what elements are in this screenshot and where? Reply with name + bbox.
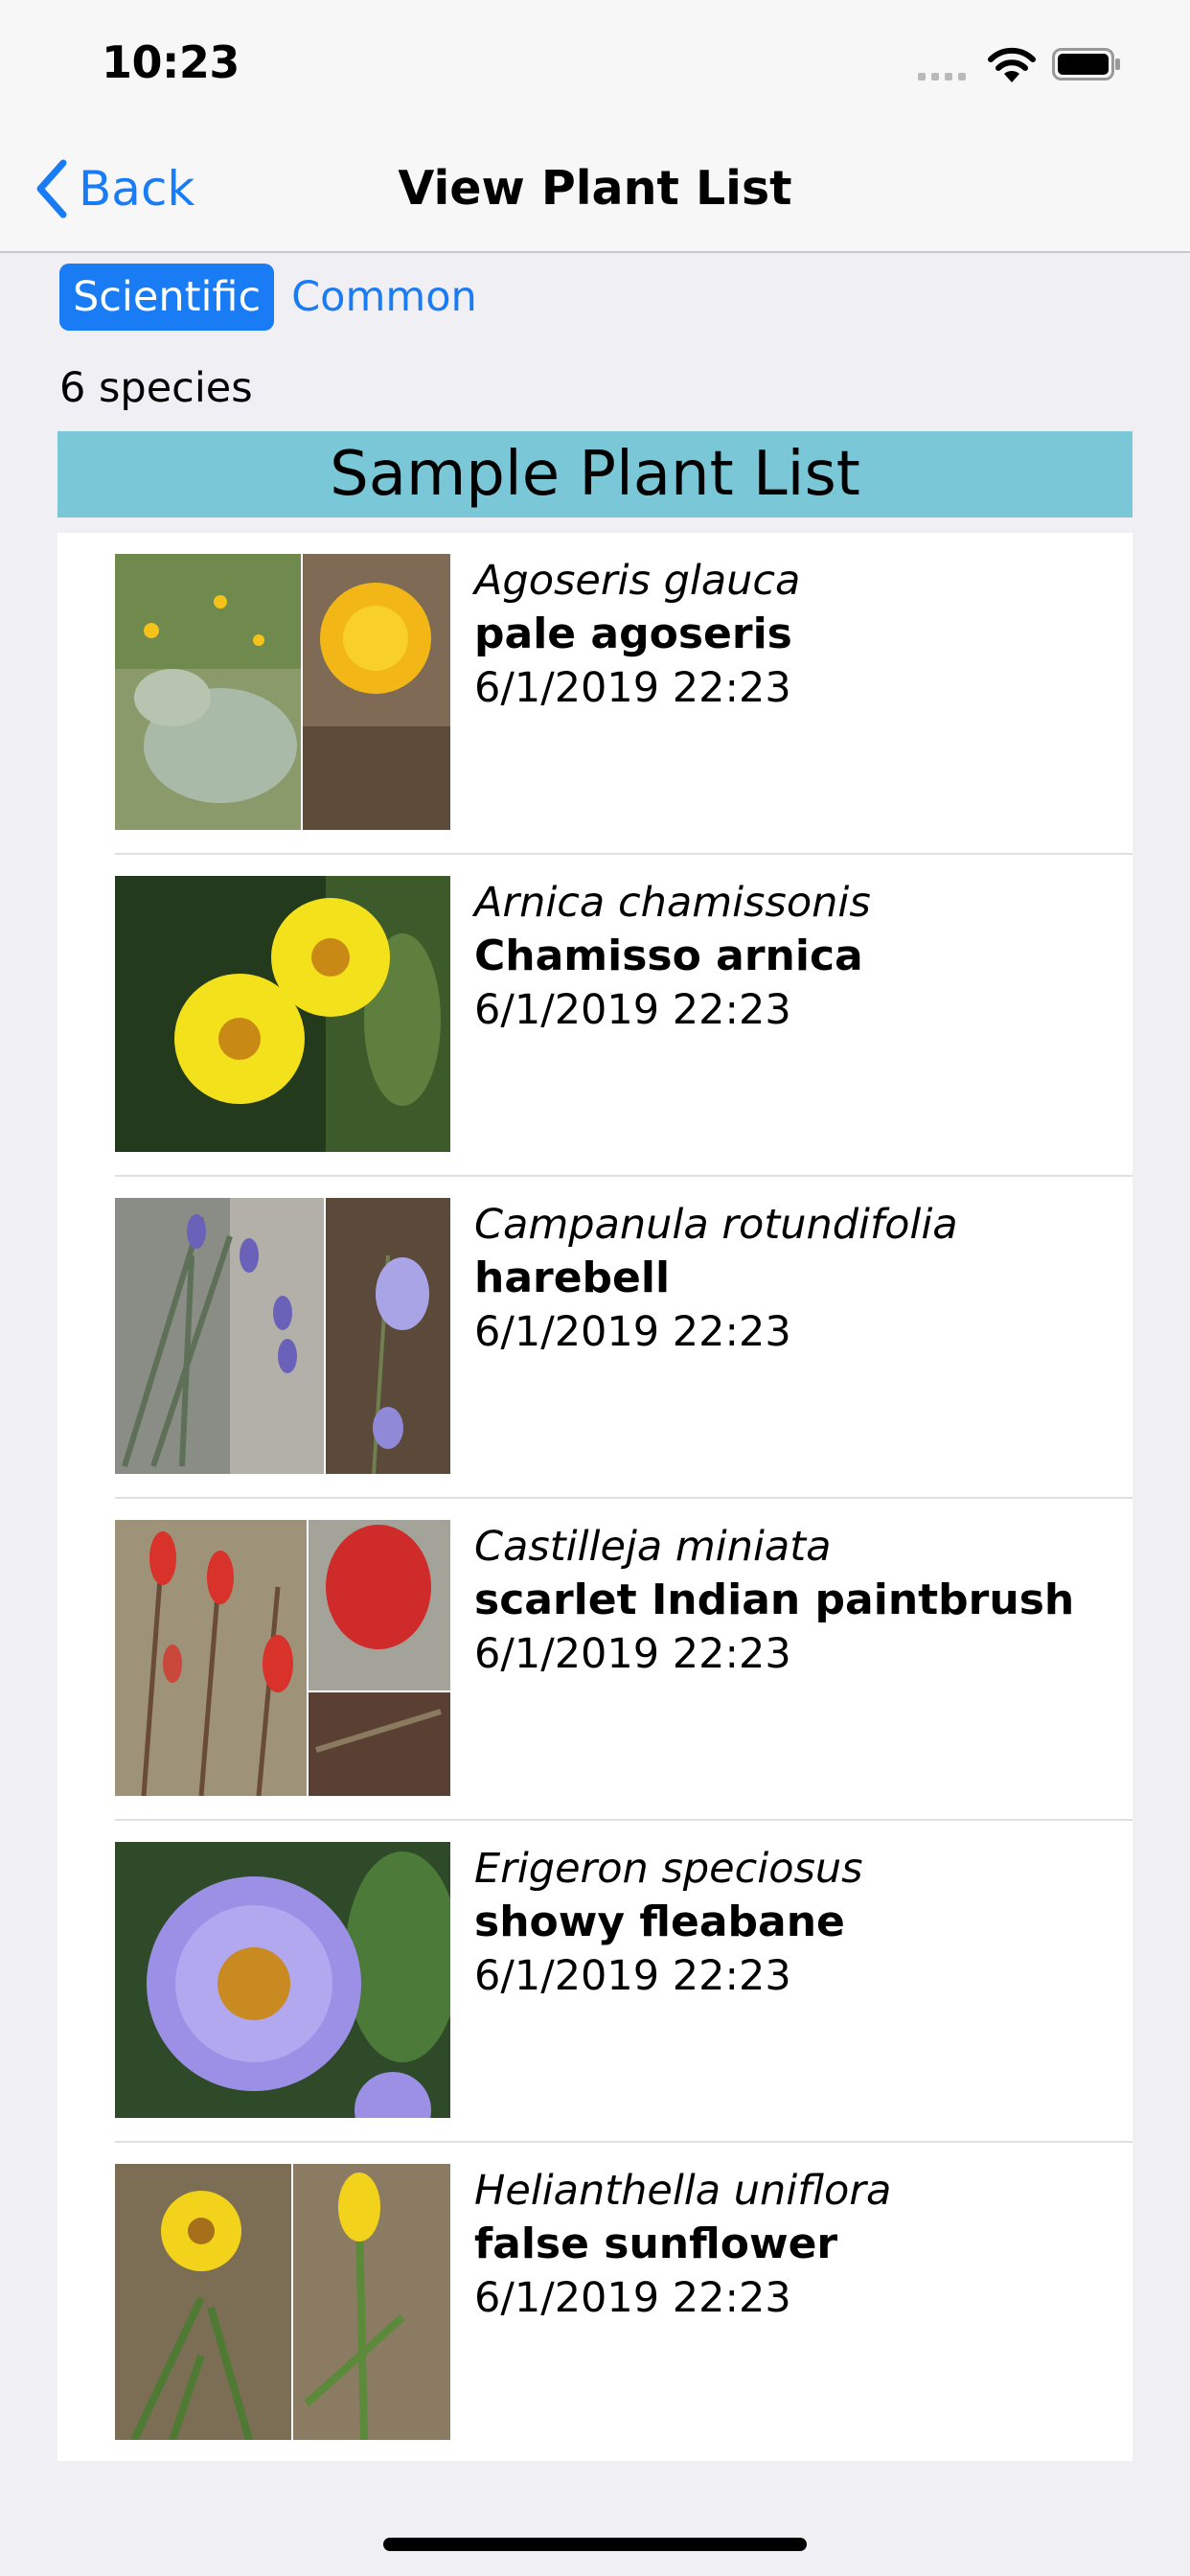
- plant-row[interactable]: Agoseris glauca pale agoseris 6/1/2019 2…: [57, 533, 1133, 855]
- scientific-name: Helianthella uniflora: [474, 2167, 892, 2215]
- species-count: 6 species: [59, 364, 253, 412]
- date-added: 6/1/2019 22:23: [474, 2274, 791, 2322]
- common-name: harebell: [474, 1254, 671, 1302]
- navigation-bar: Back View Plant List: [0, 126, 1190, 253]
- plant-row[interactable]: Castilleja miniata scarlet Indian paintb…: [57, 1499, 1133, 1821]
- scientific-name: Agoseris glauca: [474, 557, 801, 605]
- wifi-icon: [987, 46, 1037, 88]
- common-name: pale agoseris: [474, 610, 792, 658]
- page-title: View Plant List: [398, 161, 792, 216]
- plant-photo-campanula: [115, 1198, 450, 1474]
- date-added: 6/1/2019 22:23: [474, 1952, 791, 2000]
- date-added: 6/1/2019 22:23: [474, 1308, 791, 1356]
- scientific-name: Castilleja miniata: [474, 1523, 832, 1571]
- plant-photo-castilleja: [115, 1520, 450, 1796]
- name-type-segmented-control: Scientific Common: [59, 259, 477, 335]
- plant-row[interactable]: Arnica chamissonis Chamisso arnica 6/1/2…: [57, 855, 1133, 1177]
- status-time: 10:23: [102, 36, 240, 88]
- date-added: 6/1/2019 22:23: [474, 664, 791, 712]
- plant-list: Agoseris glauca pale agoseris 6/1/2019 2…: [57, 533, 1133, 2461]
- plant-row[interactable]: Helianthella uniflora false sunflower 6/…: [57, 2143, 1133, 2465]
- common-name: false sunflower: [474, 2220, 838, 2268]
- scientific-name: Erigeron speciosus: [474, 1845, 863, 1893]
- cellular-signal-icon: [918, 73, 966, 80]
- plant-photo-agoseris: [115, 554, 450, 830]
- common-name: Chamisso arnica: [474, 932, 863, 980]
- scientific-name: Arnica chamissonis: [474, 879, 871, 927]
- segment-scientific[interactable]: Scientific: [59, 264, 275, 331]
- plant-row[interactable]: Erigeron speciosus showy fleabane 6/1/20…: [57, 1821, 1133, 2143]
- plant-photo-arnica: [115, 876, 450, 1152]
- plant-photo-helianthella: [115, 2164, 450, 2440]
- scientific-name: Campanula rotundifolia: [474, 1201, 958, 1249]
- home-indicator[interactable]: [383, 2538, 807, 2551]
- date-added: 6/1/2019 22:23: [474, 986, 791, 1034]
- list-title: Sample Plant List: [57, 431, 1133, 518]
- status-bar: 10:23: [0, 0, 1190, 126]
- plant-row[interactable]: Campanula rotundifolia harebell 6/1/2019…: [57, 1177, 1133, 1499]
- battery-icon: [1052, 48, 1120, 80]
- segment-common[interactable]: Common: [291, 273, 477, 321]
- plant-photo-erigeron: [115, 1842, 450, 2118]
- date-added: 6/1/2019 22:23: [474, 1630, 791, 1678]
- common-name: showy fleabane: [474, 1898, 845, 1946]
- common-name: scarlet Indian paintbrush: [474, 1576, 1075, 1624]
